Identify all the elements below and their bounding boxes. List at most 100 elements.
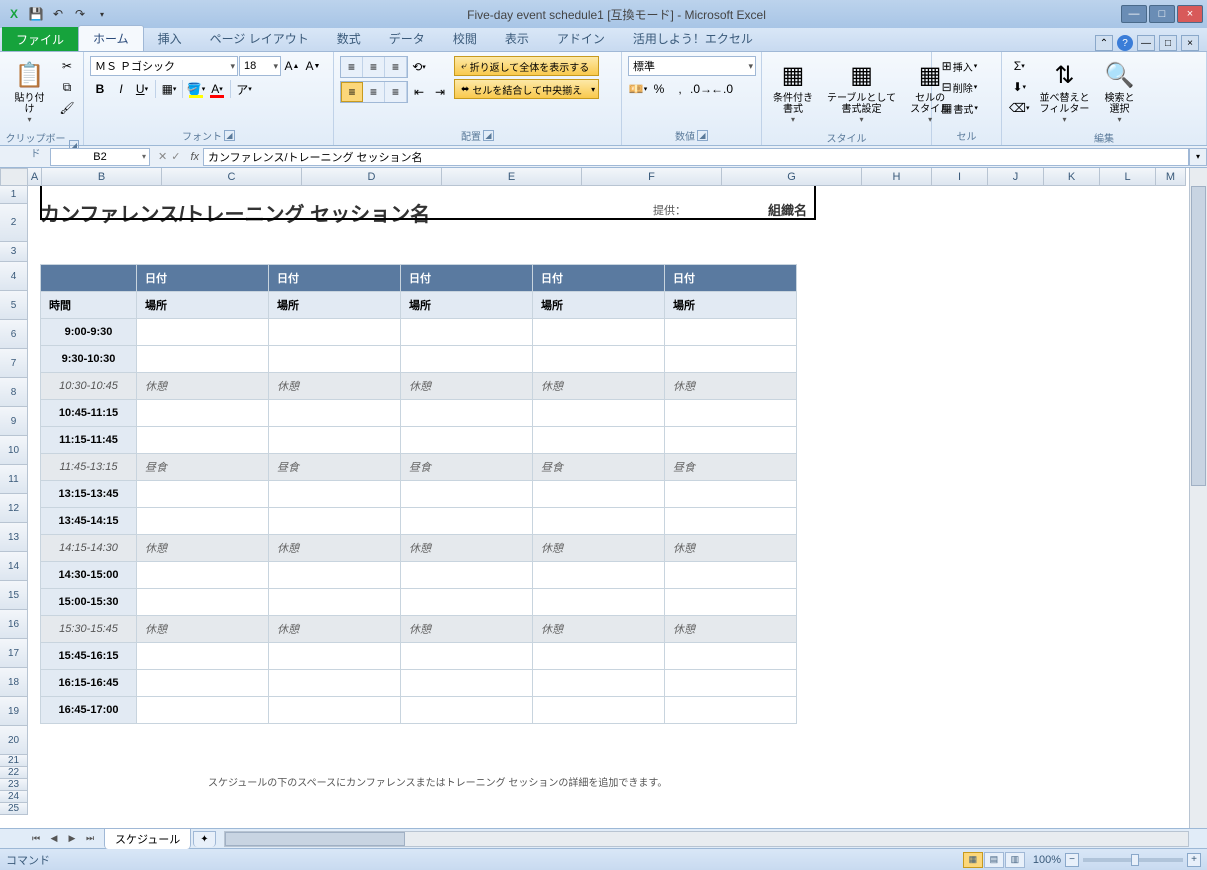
fill-button[interactable]: ⬇▾ — [1008, 77, 1030, 97]
session-cell[interactable] — [269, 400, 401, 427]
session-cell[interactable] — [401, 346, 533, 373]
format-table-button[interactable]: ▦テーブルとして 書式設定▾ — [822, 56, 901, 127]
row-header-10[interactable]: 10 — [0, 436, 28, 465]
align-top-button[interactable]: ≡ — [341, 57, 363, 77]
align-center-button[interactable]: ≡ — [363, 82, 385, 102]
tab-formulas[interactable]: 数式 — [323, 26, 375, 51]
session-cell[interactable] — [533, 643, 665, 670]
zoom-slider[interactable] — [1083, 858, 1183, 862]
session-cell[interactable] — [401, 670, 533, 697]
tab-home[interactable]: ホーム — [78, 25, 144, 51]
increase-decimal-button[interactable]: .0→ — [691, 79, 711, 99]
row-header-20[interactable]: 20 — [0, 726, 28, 755]
session-cell[interactable] — [269, 562, 401, 589]
session-cell[interactable] — [269, 427, 401, 454]
hscroll-thumb[interactable] — [225, 832, 405, 846]
column-header-E[interactable]: E — [442, 168, 582, 186]
session-cell[interactable] — [401, 427, 533, 454]
row-header-23[interactable]: 23 — [0, 779, 28, 791]
session-cell[interactable] — [665, 481, 797, 508]
session-cell[interactable] — [137, 481, 269, 508]
column-header-K[interactable]: K — [1044, 168, 1100, 186]
sheet-first-icon[interactable]: ⏮ — [28, 831, 44, 847]
session-cell[interactable] — [665, 643, 797, 670]
sheet-prev-icon[interactable]: ◀ — [46, 831, 62, 847]
session-cell[interactable] — [665, 670, 797, 697]
session-cell[interactable] — [533, 400, 665, 427]
increase-font-icon[interactable]: A▲ — [282, 56, 302, 76]
session-cell[interactable] — [665, 562, 797, 589]
row-header-4[interactable]: 4 — [0, 262, 28, 291]
format-cells-button[interactable]: ▦書式▾ — [938, 98, 981, 118]
align-bottom-button[interactable]: ≡ — [385, 57, 407, 77]
session-cell[interactable] — [665, 319, 797, 346]
session-cell[interactable] — [665, 346, 797, 373]
column-header-H[interactable]: H — [862, 168, 932, 186]
session-cell[interactable] — [401, 319, 533, 346]
expand-formula-bar-icon[interactable]: ▾ — [1189, 148, 1207, 166]
page-break-view-button[interactable]: ▥ — [1005, 852, 1025, 868]
insert-cells-button[interactable]: ⊞挿入▾ — [938, 56, 981, 76]
comma-button[interactable]: , — [670, 79, 690, 99]
tab-review[interactable]: 校閲 — [439, 26, 491, 51]
workbook-minimize-icon[interactable]: — — [1137, 35, 1155, 51]
new-sheet-tab[interactable]: ✦ — [193, 831, 215, 847]
row-header-14[interactable]: 14 — [0, 552, 28, 581]
session-cell[interactable] — [533, 508, 665, 535]
session-cell[interactable] — [665, 589, 797, 616]
font-size-combo[interactable]: 18 — [239, 56, 281, 76]
percent-button[interactable]: % — [649, 79, 669, 99]
session-cell[interactable] — [137, 427, 269, 454]
tab-page-layout[interactable]: ページ レイアウト — [196, 26, 323, 51]
session-cell[interactable] — [401, 643, 533, 670]
decrease-font-icon[interactable]: A▼ — [303, 56, 323, 76]
tab-file[interactable]: ファイル — [2, 27, 78, 51]
tab-insert[interactable]: 挿入 — [144, 26, 196, 51]
delete-cells-button[interactable]: ⊟削除▾ — [938, 77, 981, 97]
orientation-button[interactable]: ⟲▾ — [409, 57, 429, 77]
column-header-I[interactable]: I — [932, 168, 988, 186]
autosum-button[interactable]: Σ▾ — [1008, 56, 1030, 76]
merge-center-button[interactable]: ⬌セルを結合して中央揃え — [454, 79, 599, 99]
session-cell[interactable] — [665, 508, 797, 535]
undo-icon[interactable]: ↶ — [48, 4, 68, 24]
session-cell[interactable] — [533, 562, 665, 589]
row-header-22[interactable]: 22 — [0, 767, 28, 779]
conditional-format-button[interactable]: ▦条件付き 書式▾ — [768, 56, 818, 127]
italic-button[interactable]: I — [111, 79, 131, 99]
session-cell[interactable] — [269, 697, 401, 724]
session-cell[interactable] — [533, 589, 665, 616]
row-header-2[interactable]: 2 — [0, 204, 28, 242]
bold-button[interactable]: B — [90, 79, 110, 99]
session-cell[interactable] — [533, 319, 665, 346]
wrap-text-button[interactable]: ⤶折り返して全体を表示する — [454, 56, 599, 76]
align-right-button[interactable]: ≡ — [385, 82, 407, 102]
session-cell[interactable] — [533, 481, 665, 508]
zoom-in-button[interactable]: + — [1187, 853, 1201, 867]
session-cell[interactable] — [137, 697, 269, 724]
column-header-G[interactable]: G — [722, 168, 862, 186]
decrease-decimal-button[interactable]: ←.0 — [712, 79, 732, 99]
session-cell[interactable] — [137, 346, 269, 373]
fx-icon[interactable]: fx — [186, 151, 203, 163]
save-icon[interactable]: 💾 — [26, 4, 46, 24]
font-color-button[interactable]: A▾ — [207, 79, 227, 99]
format-painter-icon[interactable]: 🖌 — [57, 98, 77, 118]
column-header-C[interactable]: C — [162, 168, 302, 186]
workbook-restore-icon[interactable]: □ — [1159, 35, 1177, 51]
workbook-close-icon[interactable]: × — [1181, 35, 1199, 51]
minimize-button[interactable]: — — [1121, 5, 1147, 23]
session-cell[interactable] — [533, 346, 665, 373]
sheet-last-icon[interactable]: ⏭ — [82, 831, 98, 847]
session-cell[interactable] — [533, 427, 665, 454]
session-cell[interactable] — [269, 508, 401, 535]
session-cell[interactable] — [665, 400, 797, 427]
session-cell[interactable] — [137, 589, 269, 616]
zoom-out-button[interactable]: − — [1065, 853, 1079, 867]
close-button[interactable]: × — [1177, 5, 1203, 23]
row-header-6[interactable]: 6 — [0, 320, 28, 349]
row-header-15[interactable]: 15 — [0, 581, 28, 610]
enter-formula-icon[interactable]: ✓ — [171, 150, 180, 163]
number-dialog-launcher[interactable]: ◢ — [697, 130, 708, 141]
column-header-B[interactable]: B — [42, 168, 162, 186]
